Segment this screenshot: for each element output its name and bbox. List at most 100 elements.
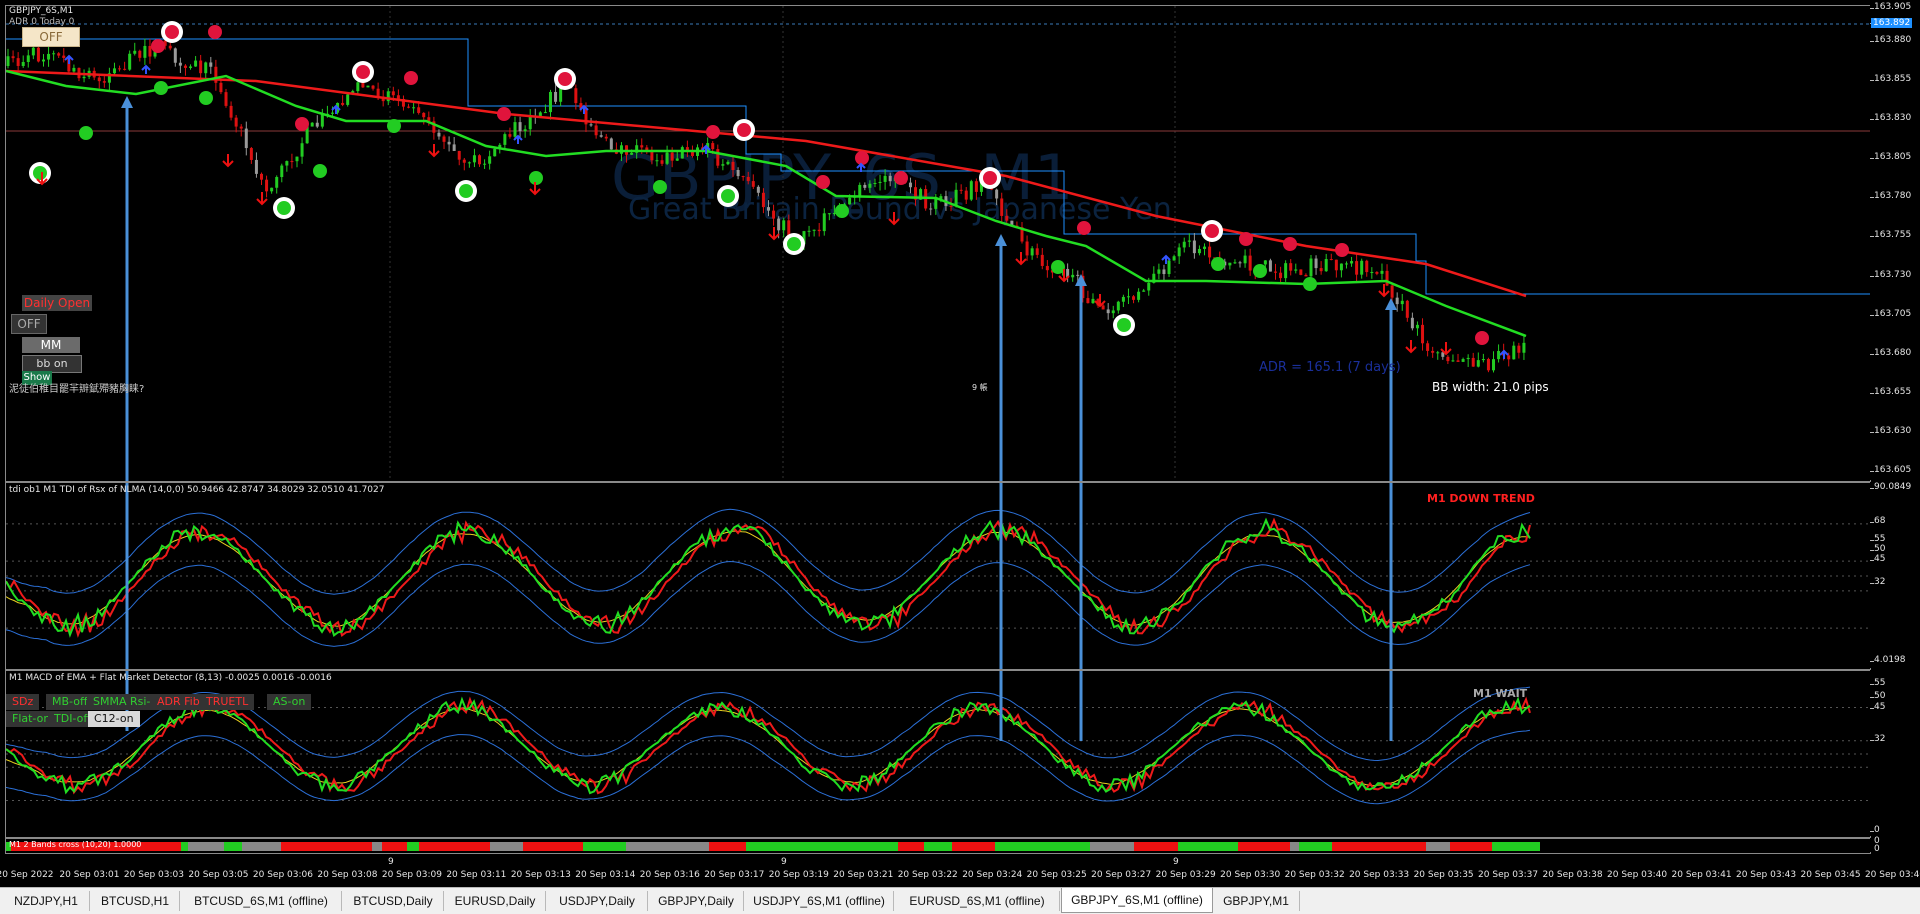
candle-body bbox=[1436, 352, 1440, 354]
candle-body bbox=[265, 179, 269, 192]
candle-body bbox=[341, 102, 345, 105]
candle-body bbox=[1182, 241, 1186, 248]
bands-cross-segment bbox=[1173, 842, 1178, 851]
chart-tab[interactable]: NZDJPY,H1 bbox=[3, 891, 90, 911]
candle-body bbox=[239, 126, 243, 129]
chart-tab[interactable]: EURUSD,Daily bbox=[445, 891, 546, 911]
indicator-axis-label: 90.0849 bbox=[1874, 482, 1912, 492]
candle-body bbox=[873, 182, 877, 184]
time-axis-label: 20 Sep 03:32 bbox=[1284, 870, 1345, 880]
candle-body bbox=[1111, 310, 1115, 314]
candle-body bbox=[1167, 260, 1171, 275]
time-axis[interactable]: 9 9 9 20 Sep 2022 20 Sep 03:01 20 Sep 03:03 20… bbox=[0, 856, 1920, 882]
time-axis-label: 20 Sep 03:24 bbox=[962, 870, 1023, 880]
candle-body bbox=[761, 192, 765, 208]
buy-signal-dot bbox=[721, 189, 735, 203]
bands-cross-segment bbox=[924, 842, 943, 851]
sell-signal-dot bbox=[855, 151, 869, 165]
macd-indicator-pane[interactable]: M1 MACD of EMA + Flat Market Detector (8… bbox=[5, 670, 1871, 838]
candle-body bbox=[1486, 359, 1490, 371]
time-axis-label: 20 Sep 03:21 bbox=[833, 870, 894, 880]
candle-body bbox=[609, 138, 613, 150]
chart-tab[interactable]: EURUSD_6S,M1 (offline) bbox=[895, 891, 1060, 911]
candle-body bbox=[72, 67, 76, 72]
chart-tab[interactable]: BTCUSD_6S,M1 (offline) bbox=[181, 891, 342, 911]
time-axis-label: 20 Sep 03:30 bbox=[1220, 870, 1281, 880]
candle-body bbox=[361, 82, 365, 88]
buy-signal-dot bbox=[1211, 257, 1225, 271]
time-axis-label: 20 Sep 03:45 bbox=[1800, 870, 1861, 880]
bands-cross-segment bbox=[1393, 842, 1426, 851]
chart-tab[interactable]: GBPJPY_6S,M1 (offline) bbox=[1061, 888, 1213, 913]
time-axis-label: 20 Sep 03:46 bbox=[1864, 870, 1920, 880]
candle-body bbox=[1426, 343, 1430, 351]
bands-cross-segment bbox=[188, 842, 193, 851]
bands-cross-segment bbox=[181, 842, 188, 851]
time-axis-label: 20 Sep 03:05 bbox=[188, 870, 249, 880]
candle-body bbox=[969, 181, 973, 200]
bands-cross-segment bbox=[898, 842, 924, 851]
candle-body bbox=[36, 47, 40, 62]
macd-toggle-button[interactable]: AS-on bbox=[267, 694, 312, 710]
candle-body bbox=[1268, 260, 1272, 272]
tdi-canvas bbox=[6, 483, 1870, 669]
candle-body bbox=[472, 155, 476, 163]
mm-button[interactable]: MM bbox=[22, 337, 80, 353]
bands-cross-strip bbox=[6, 842, 1540, 851]
bands-cross-segment bbox=[147, 842, 181, 851]
bands-cross-pane[interactable]: M1 2 Bands cross (10,20) 1.0000 bbox=[5, 838, 1871, 854]
candle-body bbox=[315, 122, 319, 127]
macd-toggle-button[interactable]: TRUETL bbox=[200, 694, 255, 710]
candle-body bbox=[229, 105, 233, 118]
sell-arrow bbox=[888, 212, 900, 226]
sell-arrow bbox=[1015, 252, 1027, 266]
macd-toggle-button[interactable]: SDz bbox=[6, 694, 40, 710]
candle-body bbox=[1147, 282, 1151, 291]
day-marker-label: 9 bbox=[388, 857, 394, 867]
candle-body bbox=[619, 145, 623, 154]
chart-tab[interactable]: GBPJPY,Daily bbox=[649, 891, 744, 911]
bands-cross-segment bbox=[1090, 842, 1134, 851]
candle-body bbox=[812, 229, 816, 231]
chart-tab[interactable]: BTCUSD,H1 bbox=[91, 891, 180, 911]
chart-tab[interactable]: USDJPY,Daily bbox=[547, 891, 648, 911]
candle-body bbox=[194, 60, 198, 67]
green-moving-average bbox=[6, 69, 1527, 338]
price-chart-canvas[interactable] bbox=[6, 6, 1870, 481]
time-axis-label: 20 Sep 03:41 bbox=[1671, 870, 1732, 880]
candle-body bbox=[457, 150, 461, 160]
daily-open-button[interactable]: Daily Open bbox=[22, 295, 92, 311]
candle-body bbox=[412, 107, 416, 109]
chart-tab[interactable]: USDJPY_6S,M1 (offline) bbox=[745, 891, 894, 911]
candle-body bbox=[6, 56, 10, 66]
buy-signal-dot bbox=[1051, 260, 1065, 274]
trend-arrow-head bbox=[1385, 298, 1397, 310]
candle-body bbox=[777, 218, 781, 231]
adr-days-text: ADR = 165.1 (7 days) bbox=[1259, 360, 1401, 375]
tdi-indicator-pane[interactable]: tdi ob1 M1 TDI of Rsx of NLMA (14,0,0) 5… bbox=[5, 482, 1871, 670]
candle-body bbox=[234, 117, 238, 127]
buy-signal-dot bbox=[1117, 318, 1131, 332]
candle-body bbox=[1101, 305, 1105, 310]
candle-body bbox=[1116, 301, 1120, 311]
bands-title: M1 2 Bands cross (10,20) 1.0000 bbox=[9, 840, 142, 849]
candle-body bbox=[1142, 290, 1146, 292]
price-chart-pane[interactable]: GBPJPY_6S, M1 Great Britain Pound vs Jap… bbox=[5, 5, 1871, 482]
sell-arrow bbox=[222, 154, 234, 168]
chart-tab[interactable]: BTCUSD,Daily bbox=[343, 891, 444, 911]
candle-body bbox=[1005, 215, 1009, 221]
candle-body bbox=[1035, 248, 1039, 255]
buy-signal-dot bbox=[277, 201, 291, 215]
candle-body bbox=[376, 88, 380, 97]
macd-toggle-button[interactable]: C12-on bbox=[88, 711, 140, 727]
price-axis[interactable]: 163.905 163.880 163.855 163.830 163.805 163.7… bbox=[1870, 2, 1920, 480]
candle-body bbox=[650, 152, 654, 161]
candle-body bbox=[1395, 297, 1399, 305]
chart-tab[interactable]: GBPJPY,M1 bbox=[1213, 891, 1300, 911]
sell-signal-dot bbox=[295, 117, 309, 131]
price-axis-label: 163.855 bbox=[1874, 74, 1912, 85]
off-toggle-top[interactable]: OFF bbox=[22, 27, 80, 47]
candle-body bbox=[447, 141, 451, 145]
off-toggle-mid[interactable]: OFF bbox=[11, 314, 47, 334]
bands-cross-segment bbox=[1492, 842, 1513, 851]
